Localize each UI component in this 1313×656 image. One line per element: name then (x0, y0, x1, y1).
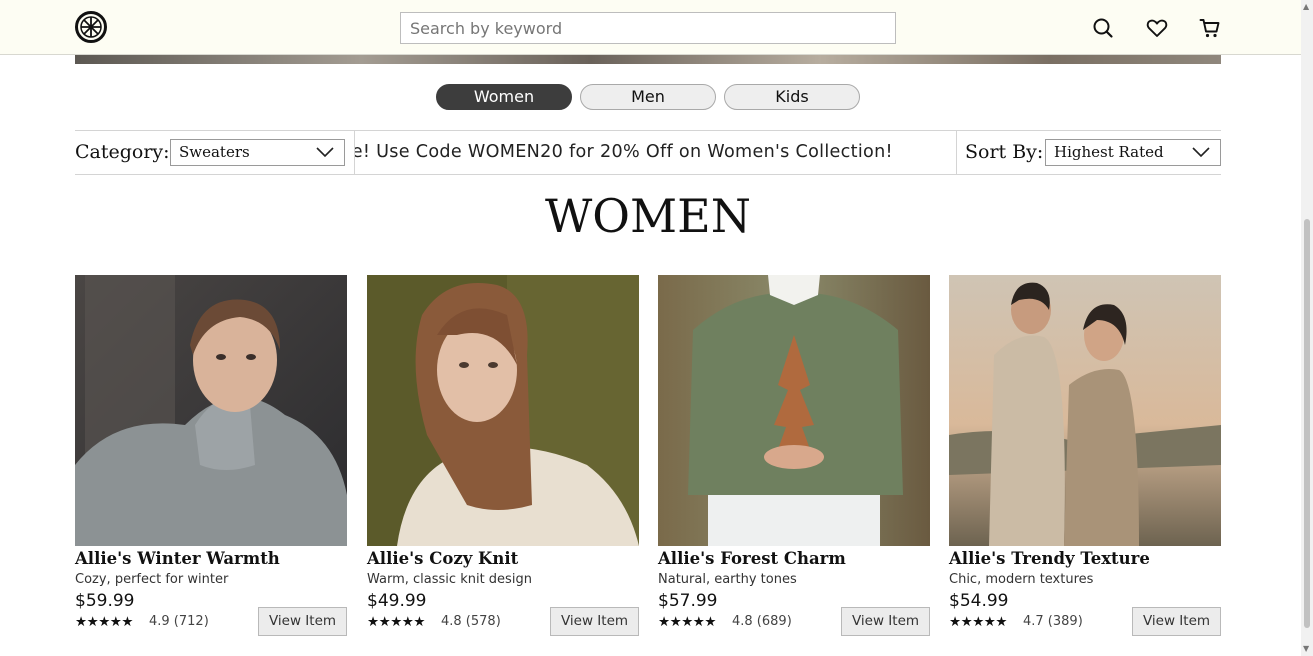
product-card: Allie's Winter Warmth Cozy, perfect for … (75, 275, 347, 637)
tab-men[interactable]: Men (580, 84, 716, 110)
product-description: Warm, classic knit design (367, 572, 532, 587)
heart-icon[interactable] (1146, 17, 1168, 39)
view-item-button[interactable]: View Item (550, 607, 639, 636)
star-rating-icon: ★★★★★ (367, 614, 426, 630)
scrollbar-thumb[interactable] (1304, 219, 1310, 628)
product-card: Allie's Cozy Knit Warm, classic knit des… (367, 275, 639, 637)
star-rating-icon: ★★★★★ (658, 614, 717, 630)
sort-label: Sort By: (965, 141, 1044, 163)
chevron-down-icon (316, 147, 334, 158)
tab-kids[interactable]: Kids (724, 84, 860, 110)
scroll-up-arrow-icon[interactable]: ▲ (1303, 3, 1309, 11)
product-name[interactable]: Allie's Trendy Texture (949, 549, 1150, 568)
rating-count: 4.9 (712) (149, 614, 209, 629)
cart-icon[interactable] (1199, 17, 1221, 39)
product-image[interactable] (75, 275, 347, 546)
rating-count: 4.8 (578) (441, 614, 501, 629)
view-item-button[interactable]: View Item (841, 607, 930, 636)
site-header (0, 0, 1301, 55)
product-name[interactable]: Allie's Cozy Knit (367, 549, 518, 568)
sort-select[interactable]: Highest Rated (1045, 139, 1221, 166)
rating-count: 4.8 (689) (732, 614, 792, 629)
promo-text: Sale! Use Code WOMEN20 for 20% Off on Wo… (354, 142, 893, 162)
logo-wheel-icon[interactable] (75, 11, 107, 43)
filter-bar: Category: Sweaters Sale! Use Code WOMEN2… (75, 130, 1221, 175)
page-scrollbar[interactable]: ▲ ▼ (1301, 0, 1313, 656)
product-price: $54.99 (949, 591, 1009, 611)
product-name[interactable]: Allie's Forest Charm (658, 549, 846, 568)
chevron-down-icon (1192, 147, 1210, 158)
search-input[interactable] (400, 12, 896, 44)
view-item-button[interactable]: View Item (1132, 607, 1221, 636)
product-card: Allie's Forest Charm Natural, earthy ton… (658, 275, 930, 637)
view-item-button[interactable]: View Item (258, 607, 347, 636)
search-icon[interactable] (1092, 17, 1114, 39)
product-description: Natural, earthy tones (658, 572, 797, 587)
category-label: Category: (75, 141, 170, 163)
rating-count: 4.7 (389) (1023, 614, 1083, 629)
page-title: WOMEN (545, 189, 751, 243)
product-image[interactable] (949, 275, 1221, 546)
sort-select-value: Highest Rated (1054, 143, 1164, 161)
tab-women[interactable]: Women (436, 84, 572, 110)
product-image[interactable] (367, 275, 639, 546)
category-select[interactable]: Sweaters (170, 139, 345, 166)
product-description: Chic, modern textures (949, 572, 1094, 587)
product-description: Cozy, perfect for winter (75, 572, 229, 587)
product-price: $59.99 (75, 591, 135, 611)
product-price: $49.99 (367, 591, 427, 611)
product-image[interactable] (658, 275, 930, 546)
hero-banner-image (75, 55, 1221, 64)
star-rating-icon: ★★★★★ (75, 614, 134, 630)
product-price: $57.99 (658, 591, 718, 611)
category-select-value: Sweaters (179, 143, 250, 161)
promo-marquee: Sale! Use Code WOMEN20 for 20% Off on Wo… (354, 131, 957, 174)
product-name[interactable]: Allie's Winter Warmth (75, 549, 280, 568)
star-rating-icon: ★★★★★ (949, 614, 1008, 630)
product-card: Allie's Trendy Texture Chic, modern text… (949, 275, 1221, 637)
scroll-down-arrow-icon[interactable]: ▼ (1303, 645, 1309, 653)
